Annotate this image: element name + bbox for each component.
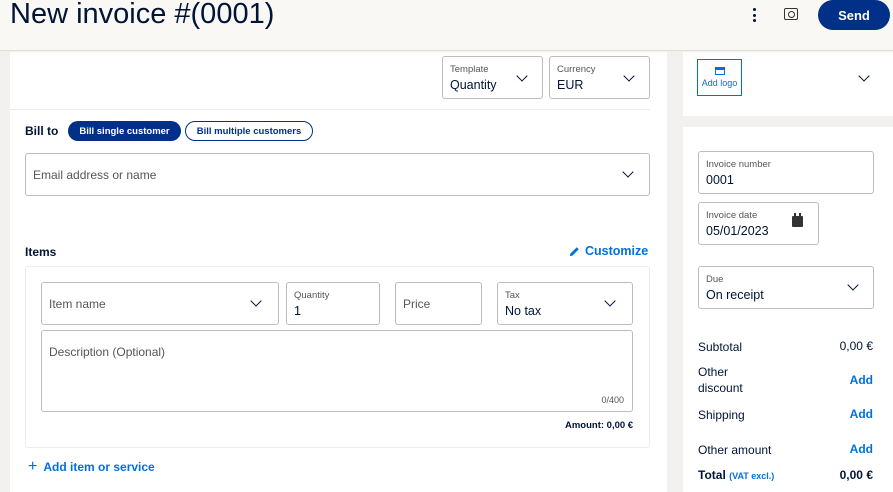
calendar-icon[interactable] <box>792 213 803 227</box>
shipping-label: Shipping <box>698 408 745 422</box>
items-label: Items <box>25 245 57 259</box>
total-label-text: Total <box>698 468 726 482</box>
other-discount-label: Other discount <box>698 365 743 395</box>
add-item-label: Add item or service <box>43 460 155 474</box>
other-amount-label: Other amount <box>698 443 772 457</box>
invoice-date-label: Invoice date <box>706 210 758 221</box>
tax-select[interactable]: Tax No tax <box>497 282 633 325</box>
pencil-icon <box>569 246 579 256</box>
item-name-select[interactable]: Item name <box>41 282 279 325</box>
customize-label: Customize <box>585 244 649 258</box>
add-discount-button[interactable]: Add <box>850 373 873 387</box>
chevron-down-icon <box>622 166 634 178</box>
add-logo-button[interactable]: Add logo <box>697 59 742 96</box>
quantity-value: 1 <box>294 304 301 318</box>
bill-single-customer-button[interactable]: Bill single customer <box>68 121 181 141</box>
item-amount: Amount: 0,00 € <box>565 420 634 431</box>
chevron-down-icon[interactable] <box>858 70 870 82</box>
chevron-down-icon <box>847 279 859 291</box>
logo-panel: Add logo <box>683 52 893 116</box>
currency-select[interactable]: Currency EUR <box>549 56 650 99</box>
add-other-amount-button[interactable]: Add <box>850 442 873 456</box>
item-name-placeholder: Item name <box>49 297 106 311</box>
preview-icon[interactable] <box>784 8 798 20</box>
customer-email-input[interactable]: Email address or name <box>25 153 650 196</box>
plus-icon: + <box>28 458 38 475</box>
currency-label: Currency <box>557 64 596 75</box>
invoice-main-card: Template Quantity Currency EUR Bill to B… <box>10 52 667 492</box>
description-placeholder: Description (Optional) <box>49 345 166 359</box>
total-value: 0,00 € <box>839 468 873 482</box>
quantity-label: Quantity <box>294 290 330 301</box>
subtotal-label: Subtotal <box>698 340 743 354</box>
subtotal-value: 0,00 € <box>839 339 873 353</box>
template-value: Quantity <box>450 78 497 92</box>
divider <box>10 109 650 110</box>
chevron-down-icon <box>516 70 528 82</box>
invoice-number-input[interactable]: Invoice number 0001 <box>698 151 874 194</box>
quantity-input[interactable]: Quantity 1 <box>286 282 380 325</box>
chevron-down-icon <box>623 70 635 82</box>
store-icon <box>714 67 725 75</box>
add-item-button[interactable]: + Add item or service <box>28 458 155 475</box>
send-button[interactable]: Send <box>818 0 890 30</box>
invoice-date-input[interactable]: Invoice date 05/01/2023 <box>698 202 819 245</box>
bill-multiple-customers-button[interactable]: Bill multiple customers <box>185 121 313 141</box>
currency-value: EUR <box>557 78 584 92</box>
description-textarea[interactable]: Description (Optional) 0/400 <box>41 330 633 412</box>
total-label: Total (VAT excl.) <box>698 468 774 482</box>
due-label: Due <box>706 274 724 285</box>
due-select[interactable]: Due On receipt <box>698 266 874 309</box>
header: New invoice #(0001) Send <box>0 0 893 51</box>
template-label: Template <box>450 64 489 75</box>
due-value: On receipt <box>706 288 764 302</box>
invoice-date-value: 05/01/2023 <box>706 224 769 238</box>
invoice-number-label: Invoice number <box>706 159 771 170</box>
price-input[interactable]: Price <box>395 282 482 325</box>
item-row: Item name Quantity 1 Price Tax No tax De… <box>25 266 650 448</box>
template-select[interactable]: Template Quantity <box>442 56 543 99</box>
more-vertical-icon[interactable] <box>745 7 763 23</box>
invoice-number-value: 0001 <box>706 173 734 187</box>
add-shipping-button[interactable]: Add <box>850 407 873 421</box>
price-placeholder: Price <box>403 297 431 311</box>
vat-excl-link[interactable]: (VAT excl.) <box>729 471 774 481</box>
chevron-down-icon <box>604 295 616 307</box>
bill-to-label: Bill to <box>25 124 59 138</box>
invoice-details-panel: Invoice number 0001 Invoice date 05/01/2… <box>683 127 893 492</box>
add-logo-label: Add logo <box>701 78 738 88</box>
tax-label: Tax <box>505 290 520 301</box>
customize-button[interactable]: Customize <box>569 244 648 258</box>
char-counter: 0/400 <box>601 395 624 405</box>
email-placeholder: Email address or name <box>33 168 157 182</box>
tax-value: No tax <box>505 304 542 318</box>
page-title: New invoice #(0001) <box>10 0 275 30</box>
chevron-down-icon <box>250 295 262 307</box>
